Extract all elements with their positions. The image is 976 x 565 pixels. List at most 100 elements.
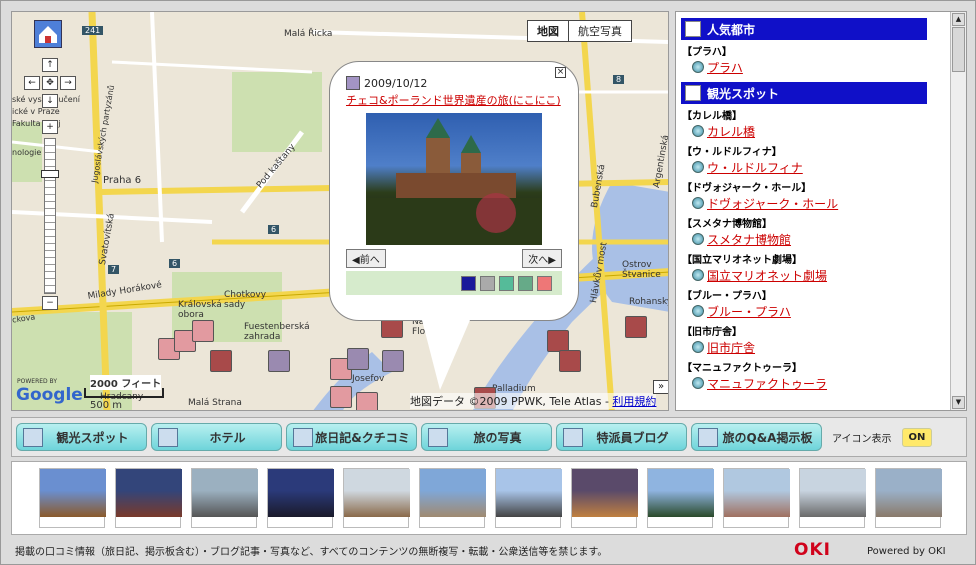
- hotel-icon: [158, 428, 178, 447]
- photo-thumbnail[interactable]: [571, 468, 638, 528]
- list-item-text: ドヴォジャーク・ホール: [707, 196, 839, 211]
- globe-icon: [692, 125, 704, 137]
- diary-pin[interactable]: [268, 350, 290, 372]
- photo-thumbnail[interactable]: [799, 468, 866, 528]
- oki-logo: OKI: [794, 540, 831, 560]
- globe-icon: [692, 233, 704, 245]
- hotel-pin[interactable]: [625, 316, 647, 338]
- sightseeing-button[interactable]: 観光スポット: [16, 423, 147, 451]
- photo-button[interactable]: 旅の写真: [421, 423, 552, 451]
- hotel-pin[interactable]: [210, 350, 232, 372]
- sightseeing-pin[interactable]: [330, 386, 352, 408]
- list-item-link[interactable]: ウ・ルドルフィナ: [692, 158, 966, 176]
- balloon-photo[interactable]: [366, 113, 542, 245]
- diary-pin[interactable]: [382, 350, 404, 372]
- category-label: 【マニュファクトゥーラ】: [682, 363, 802, 374]
- photo-thumbnail[interactable]: [495, 468, 562, 528]
- zoom-out-button[interactable]: −: [42, 296, 58, 310]
- photo-thumbnail[interactable]: [723, 468, 790, 528]
- road-badge: 7: [108, 265, 120, 274]
- photo-thumbnail[interactable]: [419, 468, 486, 528]
- diary-icon: [346, 76, 360, 90]
- pan-down-button[interactable]: ↓: [42, 94, 58, 108]
- list-item-text: 旧市庁舎: [707, 340, 756, 355]
- category-label: 【ブルー・プラハ】: [682, 291, 772, 302]
- pan-left-button[interactable]: ←: [24, 76, 40, 90]
- scroll-up-button[interactable]: ▲: [952, 13, 965, 26]
- photo-icon[interactable]: [499, 275, 514, 291]
- zoom-slider[interactable]: [44, 138, 56, 294]
- list-item-link[interactable]: スメタナ博物館: [692, 230, 966, 248]
- list-item-link[interactable]: カレル橋: [692, 122, 966, 140]
- qa-icon[interactable]: [537, 275, 552, 291]
- photo-thumbnail[interactable]: [191, 468, 258, 528]
- diary-icon[interactable]: [480, 275, 495, 291]
- prev-button[interactable]: ◀前へ: [346, 249, 386, 268]
- photo-thumbnail[interactable]: [115, 468, 182, 528]
- road-badge: 6: [268, 225, 280, 234]
- category-label: 【国立マリオネット劇場】: [682, 255, 802, 266]
- thumbnail-image: [572, 469, 638, 517]
- thumbnail-image: [800, 469, 866, 517]
- list-item-link[interactable]: 旧市庁舎: [692, 338, 966, 356]
- music-icon: [685, 21, 701, 37]
- qa-icon: [698, 428, 718, 447]
- map-type-satellite[interactable]: 航空写真: [569, 21, 631, 41]
- scroll-down-button[interactable]: ▼: [952, 396, 965, 409]
- photo-thumbnail[interactable]: [39, 468, 106, 528]
- powered-by-text: Powered by OKI: [867, 546, 946, 557]
- map-view[interactable]: Malá Řicka Jugoslávských partyzánů Praha…: [11, 11, 669, 411]
- list-item-text: マニュファクトゥーラ: [707, 376, 828, 391]
- balloon-title-link[interactable]: チェコ&ポーランド世界遺産の旅(にこにこ): [346, 93, 562, 109]
- sightseeing-pin[interactable]: [192, 320, 214, 342]
- diary-pin[interactable]: [347, 348, 369, 370]
- zoom-in-button[interactable]: +: [42, 120, 58, 134]
- category-button-bar: 観光スポット ホテル 旅日記&クチコミ 旅の写真 特派員ブログ 旅のQ&A掲示板…: [11, 417, 967, 457]
- section-heading-text: 観光スポット: [707, 86, 780, 101]
- sightseeing-icon: [23, 428, 43, 447]
- category-label: 【カレル橋】: [682, 111, 742, 122]
- icon-toggle-button[interactable]: ON: [901, 427, 933, 447]
- photo-thumbnail[interactable]: [875, 468, 942, 528]
- list-item-link[interactable]: プラハ: [692, 58, 966, 76]
- blog-button[interactable]: 特派員ブログ: [556, 423, 687, 451]
- diary-button[interactable]: 旅日記&クチコミ: [286, 423, 417, 451]
- road-badge: 8: [613, 75, 625, 84]
- sightseeing-pin[interactable]: [356, 392, 378, 410]
- hotel-pin[interactable]: [547, 330, 569, 352]
- zoom-slider-handle[interactable]: [41, 170, 59, 178]
- photo-thumbnail[interactable]: [267, 468, 334, 528]
- side-scrollbar[interactable]: ▲ ▼: [950, 12, 966, 410]
- pan-right-button[interactable]: →: [60, 76, 76, 90]
- thumbnail-image: [116, 469, 182, 517]
- list-item-link[interactable]: ブルー・プラハ: [692, 302, 966, 320]
- qa-button[interactable]: 旅のQ&A掲示板: [691, 423, 822, 451]
- category-label: 【旧市庁舎】: [682, 327, 742, 338]
- hotel-pin[interactable]: [559, 350, 581, 372]
- home-icon[interactable]: [34, 20, 62, 48]
- photo-thumbnail[interactable]: [343, 468, 410, 528]
- photo-icon: [428, 428, 448, 447]
- photo-thumbnail[interactable]: [647, 468, 714, 528]
- blog-icon: [563, 428, 583, 447]
- music-icon[interactable]: [461, 275, 476, 291]
- overview-toggle-button[interactable]: »: [653, 380, 668, 394]
- blog-icon[interactable]: [518, 275, 533, 291]
- map-type-map[interactable]: 地図: [528, 21, 569, 41]
- globe-icon: [692, 305, 704, 317]
- next-button[interactable]: 次へ▶: [522, 249, 562, 268]
- list-item-link[interactable]: 国立マリオネット劇場: [692, 266, 966, 284]
- scroll-thumb[interactable]: [952, 27, 965, 72]
- globe-icon: [692, 341, 704, 353]
- balloon-date-text: 2009/10/12: [364, 76, 428, 90]
- pan-up-button[interactable]: ↑: [42, 58, 58, 72]
- globe-icon: [692, 197, 704, 209]
- thumbnail-image: [268, 469, 334, 517]
- category-label: 【ウ・ルドルフィナ】: [682, 147, 782, 158]
- list-item-link[interactable]: ドヴォジャーク・ホール: [692, 194, 966, 212]
- pan-center-button[interactable]: ✥: [42, 76, 58, 90]
- terms-link[interactable]: 利用規約: [612, 395, 656, 408]
- list-item-link[interactable]: マニュファクトゥーラ: [692, 374, 966, 392]
- close-icon[interactable]: ×: [555, 67, 566, 78]
- hotel-button[interactable]: ホテル: [151, 423, 282, 451]
